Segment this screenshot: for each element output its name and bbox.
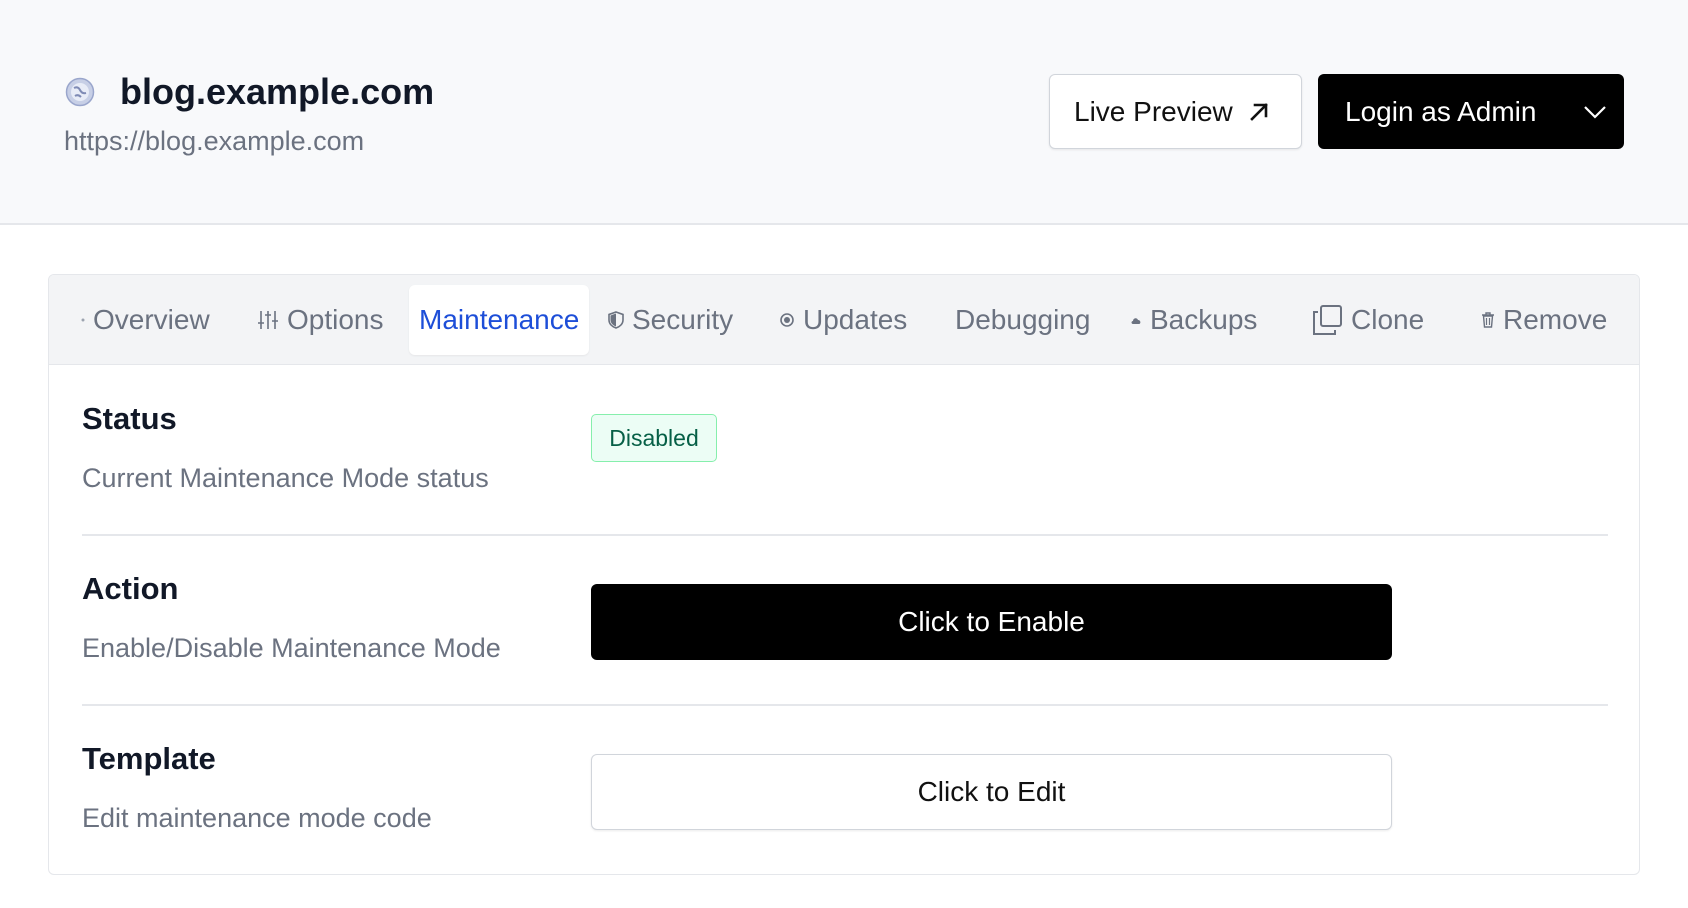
tab-remove[interactable]: Remove: [1481, 285, 1607, 355]
copy-icon: [1311, 304, 1343, 336]
tab-clone-label: Clone: [1351, 304, 1425, 335]
external-link-arrow-icon: [1247, 100, 1271, 124]
status-description: Current Maintenance Mode status: [82, 463, 489, 493]
row-divider: [82, 704, 1608, 706]
template-title: Template: [82, 741, 216, 776]
refresh-icon: [779, 312, 795, 328]
site-url: https://blog.example.com: [64, 126, 365, 156]
dot-icon: [81, 318, 85, 322]
edit-template-button[interactable]: Click to Edit: [591, 754, 1392, 830]
status-title: Status: [82, 401, 177, 436]
tab-clone[interactable]: Clone: [1311, 285, 1424, 355]
live-preview-button[interactable]: Live Preview: [1049, 74, 1302, 149]
tab-maintenance[interactable]: Maintenance: [409, 285, 590, 355]
tab-options[interactable]: Options: [257, 285, 384, 355]
tab-remove-label: Remove: [1503, 304, 1608, 335]
tab-options-label: Options: [287, 304, 384, 335]
tab-updates-label: Updates: [803, 304, 908, 335]
shield-icon: [608, 311, 624, 329]
tab-updates[interactable]: Updates: [779, 285, 907, 355]
row-divider: [82, 534, 1608, 536]
tab-backups-label: Backups: [1150, 304, 1258, 335]
site-header: blog.example.com https://blog.example.co…: [0, 0, 1688, 225]
live-preview-label: Live Preview: [1074, 95, 1233, 127]
login-as-admin-button[interactable]: Login as Admin: [1318, 74, 1624, 149]
login-as-admin-label: Login as Admin: [1345, 95, 1537, 127]
tab-backups[interactable]: Backups: [1130, 285, 1257, 355]
enable-maintenance-button[interactable]: Click to Enable: [591, 584, 1392, 660]
chevron-down-icon[interactable]: [1582, 99, 1608, 125]
cloud-icon: [1130, 315, 1142, 325]
tab-debugging[interactable]: Debugging: [955, 285, 1090, 355]
template-description: Edit maintenance mode code: [82, 803, 432, 833]
tab-debugging-label: Debugging: [955, 304, 1091, 335]
status-badge: Disabled: [591, 414, 717, 462]
tab-bar: Overview Options Maintenance Security Up…: [49, 275, 1639, 365]
tab-security[interactable]: Security: [608, 285, 733, 355]
tab-overview-label: Overview: [93, 304, 210, 335]
trash-icon: [1481, 312, 1495, 328]
tab-security-label: Security: [632, 304, 734, 335]
action-description: Enable/Disable Maintenance Mode: [82, 633, 501, 663]
action-title: Action: [82, 571, 179, 606]
globe-icon: [65, 77, 95, 107]
tab-maintenance-label: Maintenance: [419, 304, 580, 335]
tab-overview[interactable]: Overview: [81, 285, 210, 355]
sliders-icon: [257, 309, 279, 331]
site-name: blog.example.com: [120, 71, 435, 112]
site-settings-card: Overview Options Maintenance Security Up…: [48, 274, 1640, 875]
